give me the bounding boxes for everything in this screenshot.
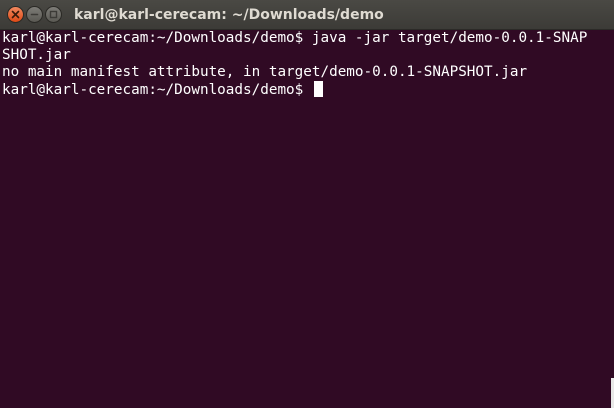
terminal-line: no main manifest attribute, in target/de… (2, 64, 528, 80)
minimize-button[interactable] (26, 6, 43, 23)
terminal-prompt-line: karl@karl-cerecam:~/Downloads/demo$ (2, 81, 614, 98)
close-button[interactable] (7, 6, 24, 23)
terminal-prompt: karl@karl-cerecam:~/Downloads/demo$ (2, 82, 312, 98)
title-bar[interactable]: karl@karl-cerecam: ~/Downloads/demo (0, 0, 614, 30)
terminal-output[interactable]: karl@karl-cerecam:~/Downloads/demo$ java… (0, 30, 614, 408)
terminal-window: karl@karl-cerecam: ~/Downloads/demo karl… (0, 0, 614, 408)
window-title: karl@karl-cerecam: ~/Downloads/demo (74, 7, 384, 23)
close-icon (11, 10, 20, 19)
minimize-icon (30, 13, 39, 16)
terminal-line: karl@karl-cerecam:~/Downloads/demo$ java… (2, 30, 588, 46)
text-cursor (313, 81, 323, 97)
maximize-icon (49, 10, 58, 19)
terminal-line: SHOT.jar (2, 47, 71, 63)
maximize-button[interactable] (45, 6, 62, 23)
